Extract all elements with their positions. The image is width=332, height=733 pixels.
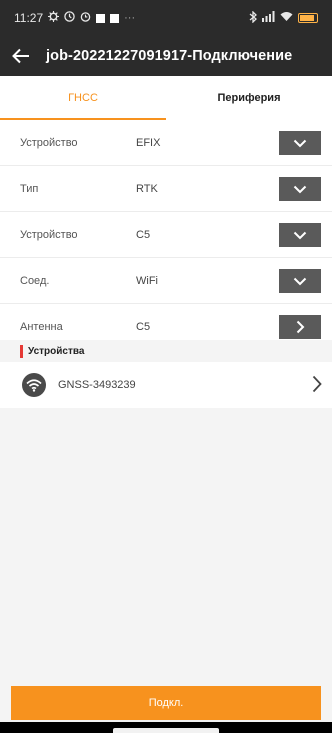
settings-list: Устройство EFIX Тип RTK Устройство C5 Со… [0,120,332,350]
setting-row-connection: Соед. WiFi [0,258,332,304]
home-indicator[interactable] [113,728,219,733]
system-nav-bar [0,722,332,733]
title-bar: job-20221227091917-Подключение [0,36,332,76]
tab-bar: ГНСС Периферия [0,76,332,120]
devices-section-header: Устройства [0,340,332,362]
tab-peripherals[interactable]: Периферия [166,76,332,120]
chevron-right-icon [296,320,304,334]
setting-row-type: Тип RTK [0,166,332,212]
setting-label: Антенна [20,320,63,333]
status-time: 11:27 [14,11,44,25]
chevron-right-icon [312,375,322,398]
tab-gnss[interactable]: ГНСС [0,76,166,120]
chevron-down-icon [293,277,307,285]
wifi-icon [280,11,293,25]
connection-dropdown-button[interactable] [279,269,321,293]
setting-label: Соед. [20,274,50,287]
alarm-icon [80,11,91,25]
square-icon [96,13,106,23]
setting-value: RTK [136,182,158,195]
connect-button[interactable]: Подкл. [11,686,321,720]
section-title: Устройства [28,345,85,357]
device-dropdown-button[interactable] [279,131,321,155]
status-left: 11:27 ··· [14,11,135,25]
chevron-down-icon [293,231,307,239]
setting-label: Тип [20,182,39,195]
status-right [249,9,318,26]
setting-row-device: Устройство EFIX [0,120,332,166]
signal-icon [262,11,275,25]
settings-sync-icon [48,11,60,25]
setting-value: WiFi [136,274,158,287]
battery-icon [298,13,318,23]
device-name: GNSS-3493239 [58,379,136,391]
page-title: job-20221227091917-Подключение [46,48,293,64]
chevron-down-icon [293,139,307,147]
setting-row-model: Устройство C5 [0,212,332,258]
setting-value: C5 [136,320,151,333]
type-dropdown-button[interactable] [279,177,321,201]
antenna-navigate-button[interactable] [279,315,321,339]
back-arrow-icon[interactable] [12,45,34,67]
setting-label: Устройство [20,136,78,149]
model-dropdown-button[interactable] [279,223,321,247]
status-bar: 11:27 ··· [0,0,332,36]
device-list-item[interactable]: GNSS-3493239 [0,362,332,408]
bluetooth-icon [249,9,257,26]
setting-value: EFIX [136,136,161,149]
setting-label: Устройство [20,228,78,241]
clock-icon [64,11,75,25]
app-header: 11:27 ··· job-20221227091917-Подключение [0,0,332,76]
chevron-down-icon [293,185,307,193]
more-dots-icon: ··· [124,12,136,24]
wifi-icon [22,373,46,397]
setting-value: C5 [136,228,151,241]
square-icon [110,13,120,23]
section-marker [20,344,23,358]
